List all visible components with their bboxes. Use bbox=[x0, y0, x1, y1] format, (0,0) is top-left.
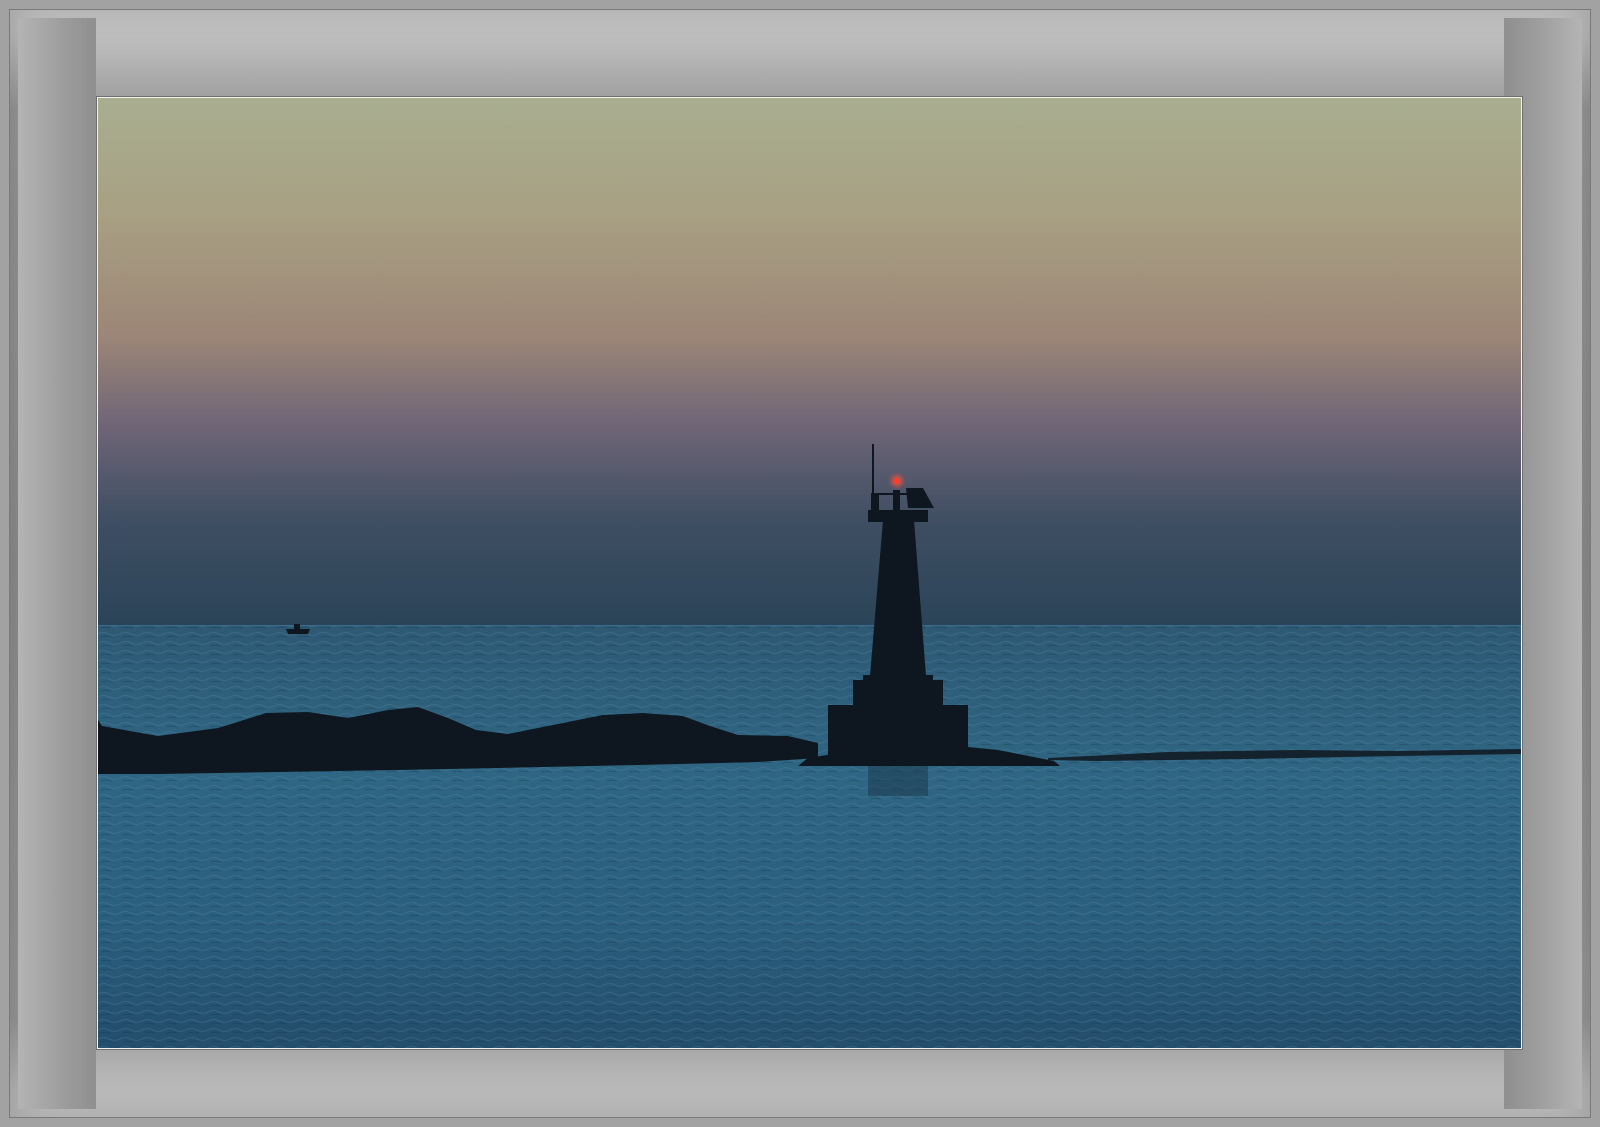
frame-mat-left bbox=[18, 18, 96, 1109]
sea-ripples bbox=[98, 625, 1521, 1048]
sky bbox=[98, 98, 1521, 626]
beacon-light bbox=[894, 478, 900, 484]
picture-frame bbox=[0, 0, 1600, 1127]
lighthouse-dusk-scene bbox=[98, 98, 1521, 1048]
photograph bbox=[97, 97, 1522, 1049]
lighthouse-reflection bbox=[868, 766, 928, 796]
